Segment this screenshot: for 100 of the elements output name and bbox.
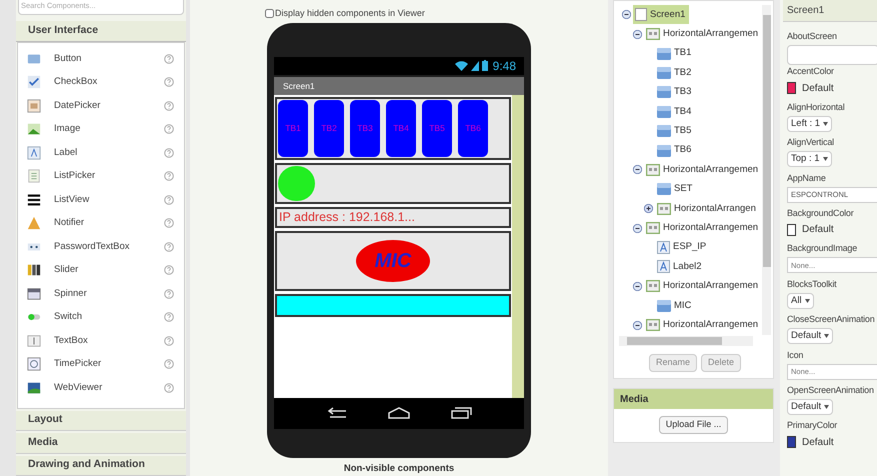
property-name: AboutScreen — [787, 30, 837, 42]
component-icon — [27, 52, 41, 66]
tree-item[interactable]: TB6 — [655, 141, 696, 160]
color-swatch[interactable] — [787, 436, 796, 448]
section-header[interactable]: Drawing and Animation — [16, 456, 186, 476]
tree-item[interactable]: HorizontalArrangen — [655, 199, 760, 218]
tree-item[interactable]: Label2 — [655, 257, 706, 276]
palette-item[interactable]: Notifier — [18, 212, 184, 236]
button-icon — [657, 183, 671, 196]
palette-item[interactable]: Image — [18, 118, 184, 142]
help-icon[interactable] — [164, 242, 174, 252]
property-dropdown[interactable]: Top : 1 — [787, 151, 832, 168]
about-field[interactable] — [787, 45, 877, 65]
help-icon[interactable] — [164, 265, 174, 276]
palette-item[interactable]: DatePicker — [18, 94, 184, 118]
help-icon[interactable] — [164, 77, 174, 88]
upload-button[interactable]: Upload File ... — [658, 416, 728, 434]
vertical-scrollbar[interactable] — [762, 5, 771, 335]
help-icon[interactable] — [164, 359, 174, 370]
help-icon[interactable] — [164, 124, 174, 134]
label-icon — [657, 241, 670, 254]
arrangement-icon — [646, 164, 660, 176]
collapse-icon[interactable] — [632, 320, 642, 330]
checkbox-label: Display hidden components in Viewer — [275, 7, 425, 20]
collapse-icon[interactable] — [632, 165, 642, 174]
button-icon — [657, 106, 671, 118]
component-icon — [27, 334, 41, 348]
palette-item[interactable]: TimePicker — [18, 352, 184, 376]
horizontal-scrollbar[interactable] — [619, 336, 753, 346]
tree-item[interactable]: HorizontalArrangemen — [644, 276, 762, 296]
component-icon — [27, 146, 41, 160]
palette-item[interactable]: Switch — [18, 306, 184, 330]
button-icon — [657, 144, 671, 157]
tree-item[interactable]: TB5 — [655, 122, 696, 141]
tree-item[interactable]: HorizontalArrangemen — [644, 24, 762, 44]
property-dropdown[interactable]: Left : 1 — [787, 116, 832, 132]
tree-item[interactable]: TB1 — [655, 44, 696, 64]
palette-item[interactable]: Slider — [18, 258, 184, 282]
component-icon — [27, 122, 41, 136]
palette-item[interactable]: Label — [18, 141, 184, 165]
help-icon[interactable] — [164, 54, 174, 64]
color-swatch[interactable] — [787, 82, 796, 94]
help-icon[interactable] — [164, 312, 174, 322]
tree-item[interactable]: ESP_IP — [655, 238, 710, 258]
caret-icon — [824, 334, 830, 338]
help-icon[interactable] — [164, 171, 174, 182]
help-icon[interactable] — [164, 218, 174, 228]
palette-item[interactable]: ListView — [18, 188, 184, 212]
caret-icon — [824, 404, 830, 409]
property-name: CloseScreenAnimation — [787, 313, 875, 326]
section-label: Non-visible components — [344, 462, 454, 476]
tree-item[interactable]: TB4 — [655, 102, 696, 122]
tree-item[interactable]: TB2 — [655, 63, 696, 82]
palette-item[interactable]: TextBox — [18, 329, 184, 353]
property-value: Default — [802, 82, 834, 96]
tree-item[interactable]: HorizontalArrangemen — [644, 218, 762, 238]
hidden-components-checkbox[interactable] — [265, 9, 274, 18]
property-dropdown[interactable]: Default — [787, 328, 834, 344]
collapse-icon[interactable] — [632, 282, 642, 291]
button-icon — [657, 300, 671, 312]
palette-item[interactable]: WebViewer — [18, 376, 184, 400]
back-icon[interactable] — [326, 407, 348, 420]
palette-item[interactable]: Button — [18, 47, 184, 71]
recent-apps-icon[interactable] — [450, 407, 472, 420]
property-dropdown[interactable]: All — [787, 292, 814, 309]
expand-icon[interactable] — [644, 204, 652, 214]
tree-item[interactable]: SET — [655, 180, 696, 199]
component-icon — [27, 357, 41, 372]
home-icon[interactable] — [388, 407, 410, 420]
help-icon[interactable] — [164, 382, 174, 393]
button-icon — [657, 66, 671, 79]
tree-item[interactable]: HorizontalArrangemen — [644, 316, 762, 335]
palette-item[interactable]: PasswordTextBox — [18, 235, 184, 259]
status-indicator[interactable] — [278, 166, 315, 201]
palette-item[interactable]: Spinner — [18, 282, 184, 306]
tree-item[interactable]: MIC — [655, 296, 696, 316]
help-icon[interactable] — [164, 148, 174, 158]
color-swatch[interactable] — [787, 224, 796, 236]
help-icon[interactable] — [164, 100, 174, 111]
tree-item[interactable]: TB3 — [655, 82, 696, 102]
component-icon — [27, 263, 41, 278]
section-header[interactable]: Media — [16, 433, 186, 454]
palette-item[interactable]: CheckBox — [18, 70, 184, 94]
collapse-icon[interactable] — [632, 224, 642, 233]
collapse-icon[interactable] — [632, 30, 642, 39]
property-name: Icon — [787, 348, 804, 361]
section-header[interactable]: User Interface — [16, 20, 186, 42]
help-icon[interactable] — [164, 288, 174, 299]
section-header[interactable]: Layout — [16, 410, 186, 432]
property-name: OpenScreenAnimation — [787, 384, 874, 396]
help-icon[interactable] — [164, 194, 174, 205]
palette-item[interactable]: ListPicker — [18, 164, 184, 188]
tree-item[interactable]: Screen1 — [633, 5, 690, 24]
help-icon[interactable] — [164, 336, 174, 346]
property-name: BackgroundImage — [787, 242, 858, 254]
property-name: PrimaryColor — [787, 419, 838, 432]
property-dropdown[interactable]: Default — [787, 398, 834, 415]
tree-item[interactable]: HorizontalArrangemen — [644, 160, 762, 180]
collapse-icon[interactable] — [622, 10, 630, 20]
media-header: Media — [614, 389, 773, 409]
